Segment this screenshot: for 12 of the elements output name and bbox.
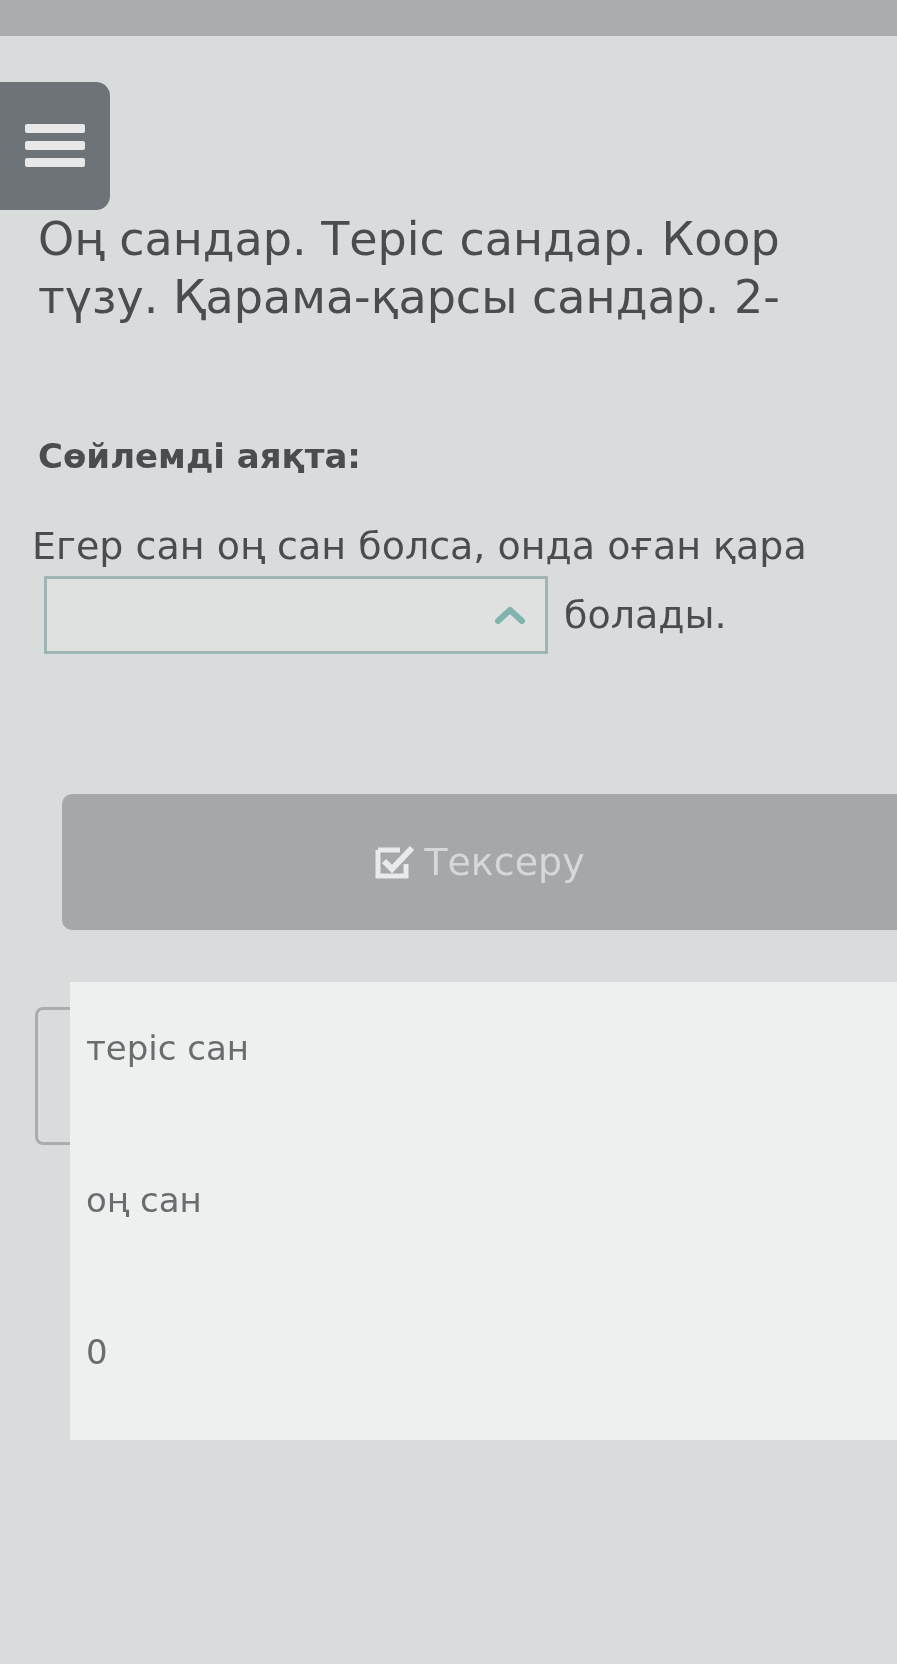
sentence-text: Егер сан оң сан болса, онда оған қара <box>32 524 808 568</box>
option-item[interactable]: теріс сан <box>70 982 897 1114</box>
lesson-title-line: Оң сандар. Теріс сандар. Коор <box>38 211 781 268</box>
chevron-icon <box>495 606 525 624</box>
sentence-end-text: болады. <box>564 593 727 637</box>
option-item[interactable]: 0 <box>70 1286 897 1418</box>
menu-icon <box>25 124 85 168</box>
lesson-title-line: түзу. Қарама-қарсы сандар. 2- <box>38 269 781 326</box>
instruction-text: Сөйлемді аяқта: <box>38 436 362 476</box>
option-item[interactable]: оң сан <box>70 1134 897 1266</box>
menu-button[interactable] <box>0 82 110 210</box>
checkbox-icon <box>374 844 417 880</box>
